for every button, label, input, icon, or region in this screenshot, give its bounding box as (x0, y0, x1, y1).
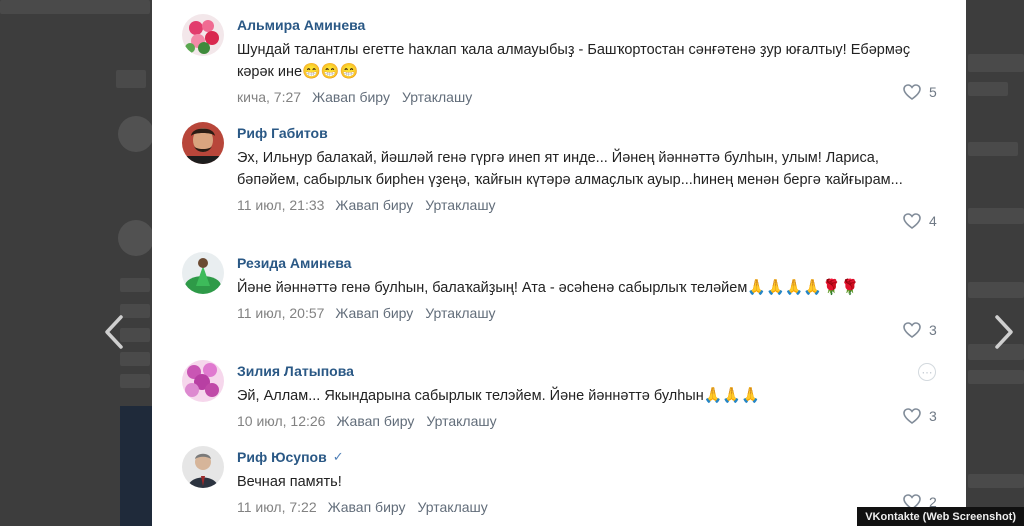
comment-text: Йәне йәннәттә генә булһын, балаҡайҙың! А… (237, 279, 860, 296)
like-count: 3 (929, 322, 937, 338)
like-count: 3 (929, 408, 937, 424)
heart-icon (903, 322, 921, 338)
comments-panel: Альмира Аминева Шундай талантлы егетте һ… (152, 0, 966, 526)
like-button[interactable]: 5 (903, 84, 937, 100)
comment-date[interactable]: 11 июл, 20:57 (237, 305, 324, 321)
comment-author[interactable]: Резида Аминева (237, 254, 937, 272)
like-button[interactable]: 3 (903, 322, 937, 338)
share-button[interactable]: Уртаклашу (426, 413, 496, 429)
comment-meta: 10 июл, 12:26 Жавап биру Уртаклашу (237, 411, 937, 431)
share-button[interactable]: Уртаклашу (425, 197, 495, 213)
avatar[interactable] (182, 446, 224, 488)
previous-arrow[interactable] (100, 312, 128, 352)
comment-date[interactable]: кича, 7:27 (237, 89, 301, 105)
source-credit: VKontakte (Web Screenshot) (857, 507, 1024, 526)
comment-author[interactable]: Риф Юсупов ✓ (237, 448, 937, 466)
avatar[interactable] (182, 14, 224, 56)
share-button[interactable]: Уртаклашу (418, 499, 488, 515)
comment-text: Эх, Ильнур балаҡай, йәшләй генә гүргә ин… (237, 150, 903, 188)
avatar[interactable] (182, 360, 224, 402)
avatar[interactable] (182, 252, 224, 294)
share-button[interactable]: Уртаклашу (402, 89, 472, 105)
comment-meta: кича, 7:27 Жавап биру Уртаклашу (237, 87, 937, 107)
comment-author[interactable]: Альмира Аминева (237, 16, 937, 34)
comment-author[interactable]: Риф Габитов (237, 124, 937, 142)
like-count: 4 (929, 213, 937, 229)
heart-icon (903, 213, 921, 229)
reply-button[interactable]: Жавап биру (335, 305, 413, 321)
avatar[interactable] (182, 122, 224, 164)
chevron-right-icon (995, 315, 1013, 349)
chevron-left-icon (105, 315, 123, 349)
share-button[interactable]: Уртаклашу (425, 305, 495, 321)
reply-button[interactable]: Жавап биру (312, 89, 390, 105)
comment-text: Вечная память! (237, 474, 342, 490)
comment-meta: 11 июл, 20:57 Жавап биру Уртаклашу (237, 303, 937, 323)
like-button[interactable]: 3 (903, 408, 937, 424)
comment-meta: 11 июл, 7:22 Жавап биру Уртаклашу (237, 497, 937, 517)
reply-button[interactable]: Жавап биру (335, 197, 413, 213)
verified-check-icon: ✓ (332, 449, 344, 464)
comment-date[interactable]: 11 июл, 21:33 (237, 197, 324, 213)
comment-text: Эй, Аллам... Якындарына сабырлык телэйем… (237, 387, 760, 404)
like-button[interactable]: 4 (903, 213, 937, 229)
comment-meta: 11 июл, 21:33 Жавап биру Уртаклашу (237, 195, 937, 215)
comment-author[interactable]: Зилия Латыпова (237, 362, 937, 380)
comment-date[interactable]: 10 июл, 12:26 (237, 413, 325, 429)
comment-text: Шундай талантлы егетте һаҡлап ҡала алмау… (237, 42, 911, 80)
next-arrow[interactable] (990, 312, 1018, 352)
reply-button[interactable]: Жавап биру (328, 499, 406, 515)
like-count: 5 (929, 84, 937, 100)
heart-icon (903, 84, 921, 100)
heart-icon (903, 408, 921, 424)
comment-date[interactable]: 11 июл, 7:22 (237, 499, 317, 515)
reply-button[interactable]: Жавап биру (336, 413, 414, 429)
